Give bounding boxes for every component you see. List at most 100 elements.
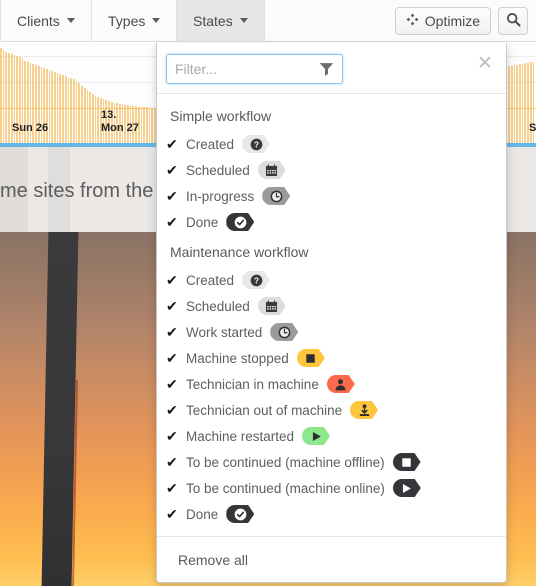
chart-bar: [64, 76, 67, 144]
checkmark-icon[interactable]: ✔: [166, 429, 179, 443]
state-row[interactable]: ✔ Scheduled: [157, 293, 506, 319]
checkmark-icon[interactable]: ✔: [166, 403, 179, 417]
chart-bar: [54, 72, 56, 144]
nav-tab-clients[interactable]: Clients: [0, 0, 92, 41]
checkmark-icon[interactable]: ✔: [166, 215, 179, 229]
nav-tab-types[interactable]: Types: [92, 0, 178, 41]
state-row[interactable]: ✔ Created?: [157, 131, 506, 157]
question-circle-icon: ?: [242, 271, 271, 289]
chart-bar: [151, 108, 154, 144]
chart-tick-label: Mon 27: [101, 122, 139, 134]
state-label: Created: [186, 272, 235, 288]
chart-bar: [524, 62, 527, 144]
nav-tab-label: States: [193, 12, 233, 29]
chart-bar: [0, 48, 2, 144]
chevron-down-icon: [66, 18, 75, 23]
chart-bar: [94, 96, 97, 144]
clock-icon: [270, 323, 299, 341]
chart-bar: [81, 85, 83, 144]
state-row[interactable]: ✔ To be continued (machine online): [157, 475, 506, 501]
remove-all-label: Remove all: [178, 551, 249, 568]
chart-bar: [143, 107, 145, 144]
chart-bar: [48, 69, 51, 144]
state-row[interactable]: ✔ Technician in machine: [157, 371, 506, 397]
chart-bar: [5, 52, 8, 144]
check-circle-icon: [226, 213, 255, 231]
search-button[interactable]: [498, 7, 528, 35]
chart-bar: [513, 64, 516, 144]
chart-bar: [56, 73, 59, 144]
state-row[interactable]: ✔ Done: [157, 209, 506, 235]
state-row[interactable]: ✔ Done: [157, 501, 506, 527]
state-label: Work started: [186, 324, 263, 340]
checkmark-icon[interactable]: ✔: [166, 481, 179, 495]
svg-text:?: ?: [254, 140, 259, 149]
state-row[interactable]: ✔ Technician out of machine: [157, 397, 506, 423]
state-label: Done: [186, 214, 219, 230]
calendar-icon: [257, 161, 286, 179]
chart-bar: [86, 89, 89, 144]
state-label: Scheduled: [186, 162, 250, 178]
state-row[interactable]: ✔ Machine restarted: [157, 423, 506, 449]
checkmark-icon[interactable]: ✔: [166, 273, 179, 287]
move-arrows-icon: [406, 13, 419, 29]
chart-bar: [78, 83, 81, 144]
state-row[interactable]: ✔ In-progress: [157, 183, 506, 209]
state-label: To be continued (machine offline): [186, 454, 385, 470]
checkmark-icon[interactable]: ✔: [166, 325, 179, 339]
state-row[interactable]: ✔ Work started: [157, 319, 506, 345]
nav-tab-label: Types: [108, 12, 146, 29]
chart-tick-label: Sun 26: [12, 122, 49, 134]
funnel-icon: [319, 62, 334, 79]
stop-square-icon: [296, 349, 325, 367]
checkmark-icon[interactable]: ✔: [166, 137, 179, 151]
states-list: Simple workflow ✔ Created? ✔ Scheduled ✔ In-pr…: [157, 94, 506, 536]
chart-bar: [145, 107, 148, 144]
chart-bar: [148, 108, 151, 144]
chart-bar: [97, 97, 100, 144]
person-exit-icon: [350, 401, 379, 419]
chart-tick-label: 13.: [101, 109, 117, 121]
state-label: Done: [186, 506, 219, 522]
play-icon: [392, 479, 421, 497]
remove-all-button[interactable]: Remove all: [157, 536, 506, 582]
chart-bar: [521, 63, 524, 144]
optimize-label: Optimize: [424, 13, 480, 29]
optimize-button[interactable]: Optimize: [394, 7, 491, 35]
close-icon[interactable]: ✕: [476, 54, 494, 73]
chart-bar: [67, 77, 70, 144]
chart-bar: [510, 65, 513, 144]
checkmark-icon[interactable]: ✔: [166, 507, 179, 521]
check-circle-icon: [226, 505, 255, 523]
checkmark-icon[interactable]: ✔: [166, 351, 179, 365]
chart-bar: [508, 65, 510, 144]
chart-bar: [519, 63, 521, 144]
checkmark-icon[interactable]: ✔: [166, 189, 179, 203]
nav-tab-label: Clients: [17, 12, 60, 29]
state-label: Machine stopped: [186, 350, 289, 366]
state-label: Created: [186, 136, 235, 152]
chart-bar: [91, 93, 94, 144]
play-icon: [302, 427, 331, 445]
chart-bar: [516, 64, 518, 144]
filter-input[interactable]: [166, 54, 343, 84]
stop-square-icon: [392, 453, 421, 471]
top-toolbar: Clients Types States Optimize: [0, 0, 536, 42]
state-row[interactable]: ✔ Scheduled: [157, 157, 506, 183]
checkmark-icon[interactable]: ✔: [166, 455, 179, 469]
states-dropdown-panel: ✕ Simple workflow ✔ Created? ✔ Scheduled ✔ In-…: [156, 43, 507, 583]
checkmark-icon[interactable]: ✔: [166, 163, 179, 177]
nav-tab-states[interactable]: States: [177, 0, 265, 41]
chart-bar: [62, 75, 64, 144]
state-label: Technician out of machine: [186, 402, 343, 418]
state-row[interactable]: ✔ Machine stopped: [157, 345, 506, 371]
state-group-title: Simple workflow: [170, 108, 272, 124]
state-row[interactable]: ✔ Created?: [157, 267, 506, 293]
state-row[interactable]: ✔ To be continued (machine offline): [157, 449, 506, 475]
checkmark-icon[interactable]: ✔: [166, 299, 179, 313]
chart-bar: [140, 107, 143, 144]
clock-icon: [262, 187, 291, 205]
chart-tick-label: S: [529, 122, 536, 134]
checkmark-icon[interactable]: ✔: [166, 377, 179, 391]
chart-bar: [75, 81, 78, 144]
